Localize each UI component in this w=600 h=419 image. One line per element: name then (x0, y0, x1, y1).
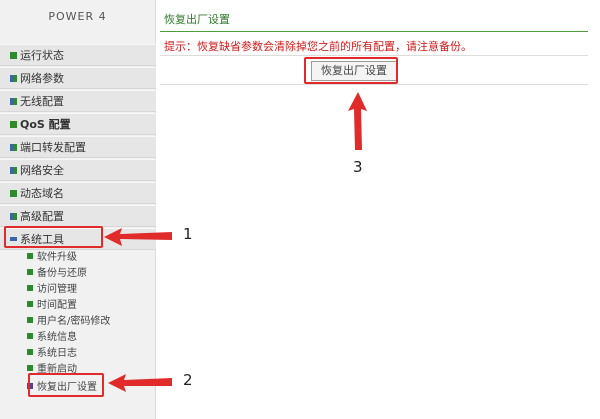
sub-item-label: 用户名/密码修改 (37, 316, 111, 327)
sub-item-label: 系统信息 (37, 332, 77, 343)
highlight-system-tools (4, 226, 103, 248)
bullet-icon (27, 301, 33, 307)
sidebar-item-security[interactable]: 网络安全 (0, 159, 156, 181)
sidebar-item-label: 网络参数 (20, 72, 64, 85)
sidebar-item-label: 运行状态 (20, 49, 64, 62)
step-1-label: 1 (183, 225, 193, 243)
sidebar-item-label: 端口转发配置 (20, 141, 86, 154)
sub-item-system-info[interactable]: 系统信息 (27, 330, 77, 345)
grid-icon (10, 97, 17, 105)
highlight-factory-reset (28, 373, 104, 397)
sub-item-system-log[interactable]: 系统日志 (27, 346, 77, 361)
grid-icon (10, 143, 17, 151)
sidebar-item-advanced[interactable]: 高级配置 (0, 205, 156, 227)
bullet-icon (10, 51, 17, 59)
step-2-label: 2 (183, 371, 193, 389)
sub-item-label: 时间配置 (37, 300, 77, 311)
bullet-icon (27, 317, 33, 323)
sidebar: POWER 4 运行状态 网络参数 无线配置 QoS 配置 端口转发配置 网络安… (0, 0, 156, 419)
sub-item-backup-restore[interactable]: 备份与还原 (27, 266, 87, 281)
grid-icon (10, 166, 17, 174)
sidebar-item-qos[interactable]: QoS 配置 (0, 113, 156, 135)
title-divider (160, 31, 588, 32)
sidebar-item-label: 网络安全 (20, 164, 64, 177)
sidebar-item-ddns[interactable]: 动态域名 (0, 182, 156, 204)
brand-title: POWER 4 (48, 10, 107, 23)
bullet-icon (27, 285, 33, 291)
bullet-icon (27, 253, 33, 259)
sidebar-item-label: QoS 配置 (20, 118, 71, 131)
sub-item-password[interactable]: 用户名/密码修改 (27, 314, 110, 329)
grid-icon (10, 74, 17, 82)
sub-item-label: 软件升级 (37, 252, 77, 263)
bullet-icon (27, 349, 33, 355)
bullet-icon (10, 189, 17, 197)
highlight-restore-button (304, 57, 398, 84)
sidebar-item-status[interactable]: 运行状态 (0, 44, 156, 66)
grid-icon (10, 212, 17, 220)
page-title: 恢复出厂设置 (164, 13, 230, 26)
sub-item-firmware-upgrade[interactable]: 软件升级 (27, 250, 77, 265)
bullet-icon (27, 365, 33, 371)
bullet-icon (27, 333, 33, 339)
sub-item-label: 访问管理 (37, 284, 77, 295)
sidebar-item-wireless[interactable]: 无线配置 (0, 90, 156, 112)
sidebar-item-label: 动态域名 (20, 187, 64, 200)
sidebar-item-port-forwarding[interactable]: 端口转发配置 (0, 136, 156, 158)
sub-item-access-management[interactable]: 访问管理 (27, 282, 77, 297)
sub-item-label: 备份与还原 (37, 268, 87, 279)
sub-item-time-config[interactable]: 时间配置 (27, 298, 77, 313)
warning-notice: 提示：恢复缺省参数会清除掉您之前的所有配置，请注意备份。 (164, 40, 472, 53)
sidebar-item-label: 无线配置 (20, 95, 64, 108)
bullet-icon (27, 269, 33, 275)
sidebar-item-label: 高级配置 (20, 210, 64, 223)
sub-item-label: 系统日志 (37, 348, 77, 359)
sidebar-item-network[interactable]: 网络参数 (0, 67, 156, 89)
step-3-label: 3 (353, 158, 363, 176)
bullet-icon (10, 120, 17, 128)
